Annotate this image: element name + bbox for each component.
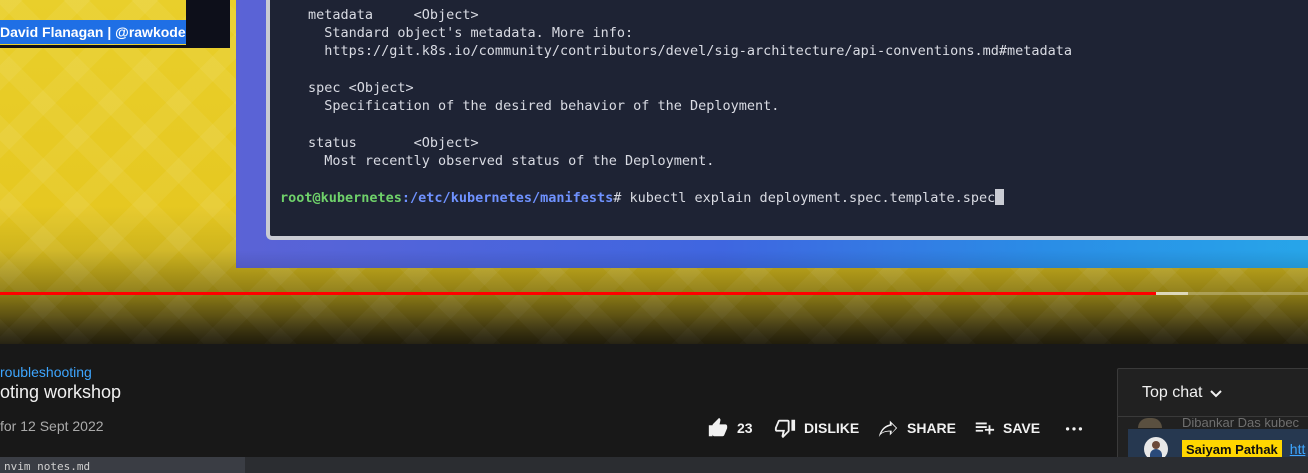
- share-icon: [878, 420, 898, 438]
- terminal-line: https://git.k8s.io/community/contributor…: [308, 43, 1073, 59]
- terminal-line: metadata <Object>: [308, 7, 479, 23]
- share-button[interactable]: SHARE: [877, 416, 956, 440]
- terminal-prompt: root@kubernetes:/etc/kubernetes/manifest…: [280, 189, 1005, 207]
- chevron-down-icon: [1210, 389, 1223, 397]
- avatar: [1138, 418, 1162, 428]
- terminal-line: status <Object>: [308, 135, 479, 151]
- terminal-window: metadata <Object> Standard object's meta…: [266, 0, 1308, 240]
- chat-message-text: Dibankar Das kubec: [1182, 418, 1300, 428]
- thumbs-down-icon: [774, 419, 796, 439]
- terminal-tab[interactable]: nvim notes.md: [0, 457, 245, 473]
- chat-mode-label: Top chat: [1142, 383, 1203, 401]
- chat-mode-selector[interactable]: Top chat: [1118, 369, 1308, 417]
- prompt-path: :/etc/kubernetes/manifests: [401, 190, 614, 206]
- video-date: for 12 Sept 2022: [0, 418, 104, 434]
- terminal-line: Standard object's metadata. More info:: [308, 25, 634, 41]
- save-label: SAVE: [1003, 420, 1041, 436]
- terminal-command: kubectl explain deployment.spec.template…: [621, 190, 996, 206]
- terminal-cursor: [995, 189, 1005, 205]
- dislike-button[interactable]: DISLIKE: [774, 416, 859, 440]
- video-title: oting workshop: [0, 382, 122, 402]
- chat-link[interactable]: htt: [1290, 441, 1306, 457]
- terminal-line: spec <Object>: [308, 80, 414, 96]
- more-actions-button[interactable]: [1063, 416, 1085, 440]
- chat-message: Dibankar Das kubec: [1138, 418, 1299, 428]
- webcam-frame: [186, 0, 230, 48]
- progress-buffered: [1156, 292, 1188, 295]
- dislike-label: DISLIKE: [804, 420, 860, 436]
- save-button[interactable]: SAVE: [973, 416, 1040, 440]
- thumbs-up-icon: [708, 417, 728, 437]
- terminal-line: Most recently observed status of the Dep…: [308, 153, 715, 169]
- prompt-user: root@kubernetes: [280, 190, 402, 206]
- playlist-add-icon: [975, 422, 995, 435]
- video-hashtag[interactable]: roubleshooting: [0, 364, 92, 380]
- like-button[interactable]: 23: [707, 416, 753, 440]
- terminal-line: Specification of the desired behavior of…: [308, 98, 780, 114]
- share-label: SHARE: [907, 420, 957, 436]
- video-controls-gradient: [0, 250, 1308, 344]
- speaker-name-tag: David Flanagan | @rawkode: [0, 20, 186, 44]
- like-count: 23: [737, 420, 753, 436]
- progress-played: [0, 292, 1156, 295]
- more-horizontal-icon: [1065, 427, 1083, 431]
- chat-author-badge: Saiyam Pathak: [1182, 439, 1282, 459]
